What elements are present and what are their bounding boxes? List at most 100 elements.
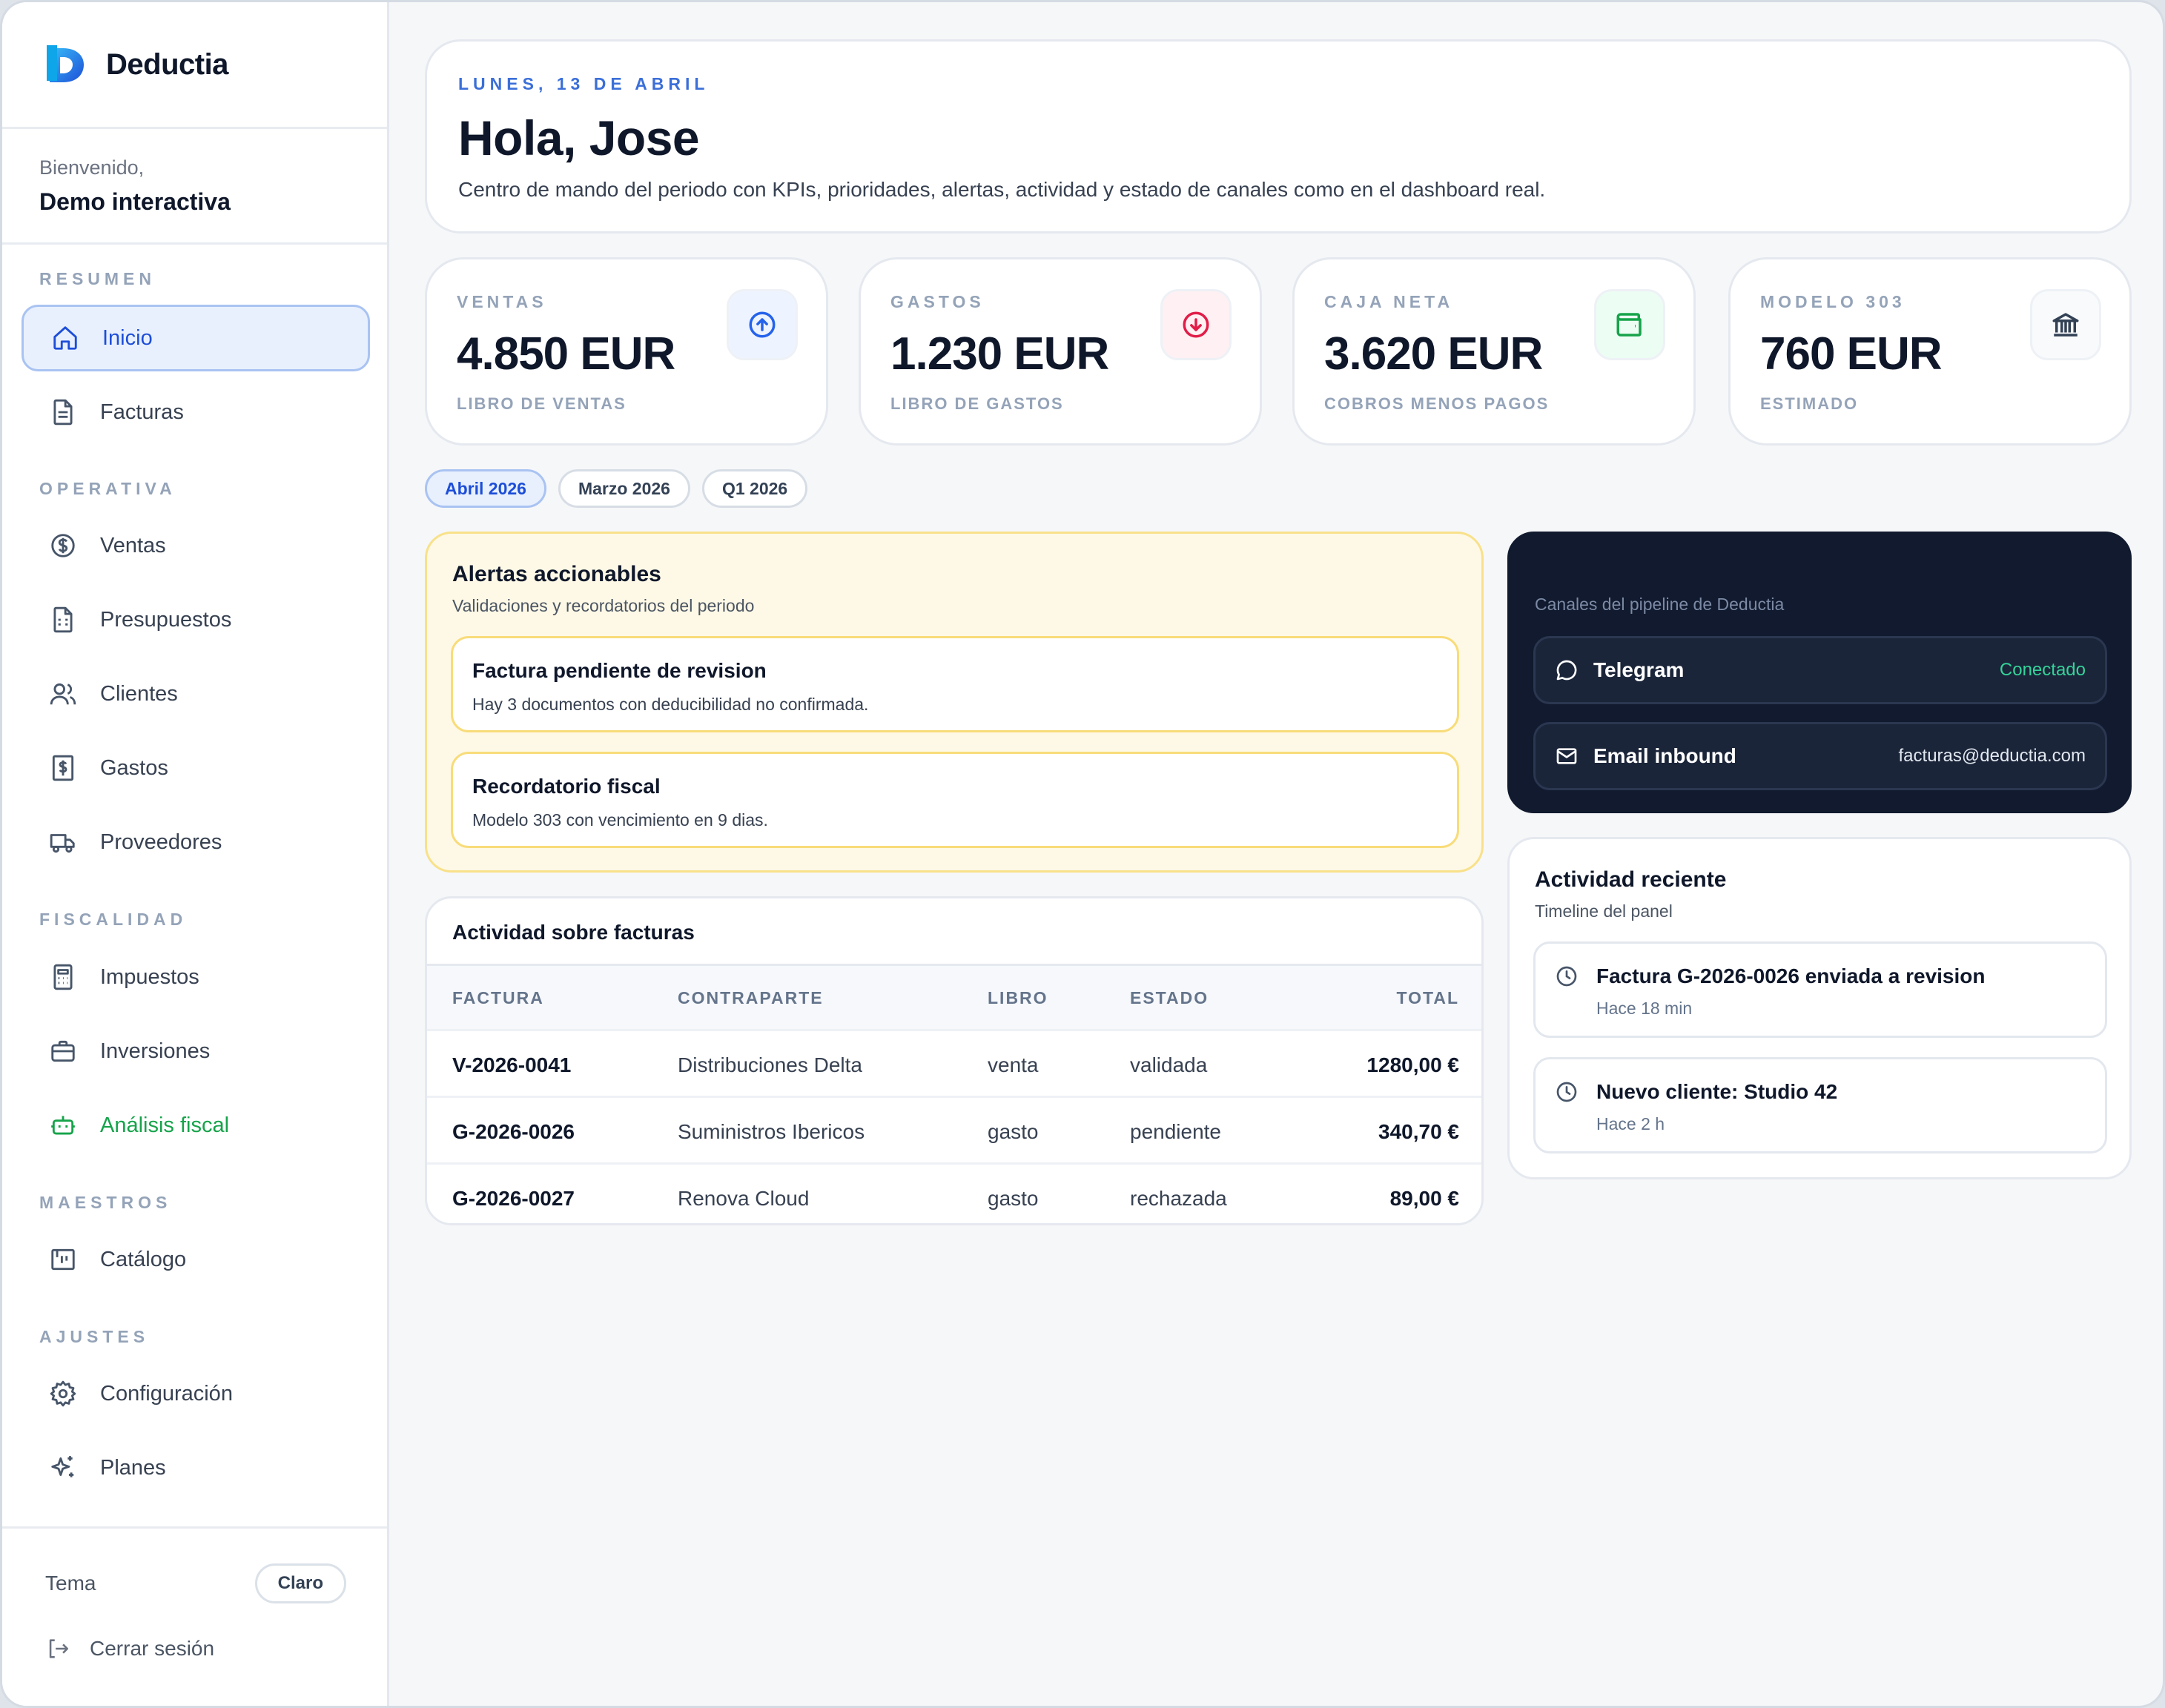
sidebar-item-planes[interactable]: Planes <box>22 1434 370 1501</box>
logout-button[interactable]: Cerrar sesión <box>45 1636 214 1661</box>
kpi-label: VENTAS <box>457 292 547 311</box>
divider <box>2 1526 387 1529</box>
channel-address: facturas@deductia.com <box>1898 746 2086 766</box>
alerts-subtitle: Validaciones y recordatorios del periodo <box>452 596 755 615</box>
wallet-icon <box>1594 289 1665 360</box>
sidebar-item-facturas[interactable]: Facturas <box>22 379 370 446</box>
bank-icon <box>2030 289 2101 360</box>
sidebar-item-label: Proveedores <box>100 830 222 854</box>
sidebar-item-label: Configuración <box>100 1381 233 1406</box>
truck-icon <box>48 827 78 857</box>
nav-section-fiscalidad: FISCALIDAD <box>39 910 188 929</box>
sidebar-item-label: Catálogo <box>100 1247 187 1271</box>
hero-card: LUNES, 13 DE ABRIL Hola, Jose Centro de … <box>425 39 2132 234</box>
receipt-dollar-icon <box>48 753 78 783</box>
column-header-factura[interactable]: FACTURA <box>452 988 544 1008</box>
sidebar-item-analisis-fiscal[interactable]: Análisis fiscal <box>22 1092 370 1159</box>
sidebar-item-label: Análisis fiscal <box>100 1113 230 1137</box>
column-header-estado[interactable]: ESTADO <box>1130 988 1209 1008</box>
activity-item[interactable]: Factura G-2026-0026 enviada a revision H… <box>1533 941 2107 1038</box>
cell-libro: gasto <box>988 1120 1039 1143</box>
deductia-logo <box>47 45 84 82</box>
cell-total: 1280,00 € <box>1366 1053 1459 1076</box>
kpi-caption: COBROS MENOS PAGOS <box>1324 394 1550 413</box>
channel-email-inbound[interactable]: Email inbound facturas@deductia.com <box>1533 722 2107 790</box>
sidebar: Deductia Bienvenido, Demo interactiva RE… <box>2 2 389 1706</box>
column-header-total[interactable]: TOTAL <box>1396 988 1459 1008</box>
kpi-card-gastos[interactable]: GASTOS 1.230 EUR LIBRO DE GASTOS <box>859 257 1262 446</box>
period-pill-abril-2026[interactable]: Abril 2026 <box>425 469 546 508</box>
table-row[interactable]: G-2026-0026 Suministros Ibericos gasto p… <box>427 1096 1481 1162</box>
cell-libro: gasto <box>988 1187 1039 1210</box>
current-date: LUNES, 13 DE ABRIL <box>458 74 710 93</box>
activity-title: Actividad reciente <box>1535 867 1727 892</box>
page-title: Hola, Jose <box>458 110 700 165</box>
welcome-block: Bienvenido, Demo interactiva <box>39 156 231 216</box>
channel-telegram[interactable]: Telegram Conectado <box>1533 636 2107 704</box>
brand[interactable]: Deductia <box>47 44 228 85</box>
kpi-value: 1.230 EUR <box>890 328 1109 380</box>
table-row[interactable]: V-2026-0041 Distribuciones Delta venta v… <box>427 1029 1481 1096</box>
sidebar-item-configuracion[interactable]: Configuración <box>22 1360 370 1427</box>
alerts-panel: Alertas accionables Validaciones y recor… <box>425 532 1484 873</box>
table-header: FACTURA CONTRAPARTE LIBRO ESTADO TOTAL <box>427 964 1481 1029</box>
table-row[interactable]: G-2026-0027 Renova Cloud gasto rechazada… <box>427 1162 1481 1223</box>
theme-toggle[interactable]: Claro <box>254 1563 346 1603</box>
kpi-card-modelo-303[interactable]: MODELO 303 760 EUR ESTIMADO <box>1728 257 2132 446</box>
calculator-doc-icon <box>48 605 78 635</box>
sidebar-item-ventas[interactable]: Ventas <box>22 512 370 579</box>
sidebar-item-clientes[interactable]: Clientes <box>22 661 370 727</box>
logout-label: Cerrar sesión <box>90 1637 215 1660</box>
period-pill-q1-2026[interactable]: Q1 2026 <box>701 469 808 508</box>
kpi-caption: LIBRO DE VENTAS <box>457 394 627 413</box>
alert-title: Factura pendiente de revision <box>472 659 767 682</box>
table-title: Actividad sobre facturas <box>452 921 695 944</box>
cell-total: 340,70 € <box>1378 1120 1459 1143</box>
alert-item[interactable]: Recordatorio fiscal Modelo 303 con venci… <box>451 752 1459 848</box>
sidebar-item-inversiones[interactable]: Inversiones <box>22 1018 370 1085</box>
theme-row: Tema Claro <box>45 1563 346 1603</box>
activity-item-time: Hace 18 min <box>1596 999 1693 1018</box>
cell-factura: V-2026-0041 <box>452 1053 572 1076</box>
sidebar-item-gastos[interactable]: Gastos <box>22 735 370 801</box>
kpi-label: MODELO 303 <box>1760 292 1905 311</box>
sidebar-item-presupuestos[interactable]: Presupuestos <box>22 586 370 653</box>
alert-item[interactable]: Factura pendiente de revision Hay 3 docu… <box>451 636 1459 732</box>
gear-icon <box>48 1379 78 1409</box>
logout-icon <box>49 1639 69 1658</box>
clock-icon <box>1556 966 1577 987</box>
column-header-contraparte[interactable]: CONTRAPARTE <box>678 988 824 1008</box>
divider <box>2 242 387 245</box>
mail-icon <box>1556 748 1577 764</box>
period-pill-marzo-2026[interactable]: Marzo 2026 <box>558 469 690 508</box>
activity-item-title: Nuevo cliente: Studio 42 <box>1596 1080 1838 1103</box>
cell-libro: venta <box>988 1053 1039 1076</box>
briefcase-icon <box>48 1036 78 1066</box>
page-description: Centro de mando del periodo con KPIs, pr… <box>458 178 1546 201</box>
cell-contraparte: Distribuciones Delta <box>678 1053 862 1076</box>
sidebar-item-impuestos[interactable]: Impuestos <box>22 944 370 1010</box>
kpi-card-caja-neta[interactable]: CAJA NETA 3.620 EUR COBROS MENOS PAGOS <box>1292 257 1696 446</box>
app-window: Deductia Bienvenido, Demo interactiva RE… <box>0 0 2165 1708</box>
column-header-libro[interactable]: LIBRO <box>988 988 1048 1008</box>
kpi-caption: LIBRO DE GASTOS <box>890 394 1064 413</box>
kpi-value: 760 EUR <box>1760 328 1943 380</box>
sidebar-item-label: Clientes <box>100 681 178 706</box>
app-name: Deductia <box>106 47 228 81</box>
sidebar-item-label: Inicio <box>102 325 153 350</box>
activity-item-title: Factura G-2026-0026 enviada a revision <box>1596 964 1986 987</box>
sidebar-item-proveedores[interactable]: Proveedores <box>22 809 370 875</box>
users-icon <box>48 679 78 709</box>
cell-contraparte: Renova Cloud <box>678 1187 810 1210</box>
welcome-greeting: Bienvenido, <box>39 156 145 179</box>
home-icon <box>50 323 80 353</box>
activity-item[interactable]: Nuevo cliente: Studio 42 Hace 2 h <box>1533 1057 2107 1153</box>
kpi-label: CAJA NETA <box>1324 292 1454 311</box>
alert-description: Hay 3 documentos con deducibilidad no co… <box>472 695 869 714</box>
cell-total: 89,00 € <box>1389 1187 1459 1210</box>
kpi-label: GASTOS <box>890 292 985 311</box>
period-selector: Abril 2026 Marzo 2026 Q1 2026 <box>425 469 808 508</box>
sidebar-item-catalogo[interactable]: Catálogo <box>22 1226 370 1293</box>
sidebar-item-inicio[interactable]: Inicio <box>22 305 370 371</box>
kpi-card-ventas[interactable]: VENTAS 4.850 EUR LIBRO DE VENTAS <box>425 257 828 446</box>
